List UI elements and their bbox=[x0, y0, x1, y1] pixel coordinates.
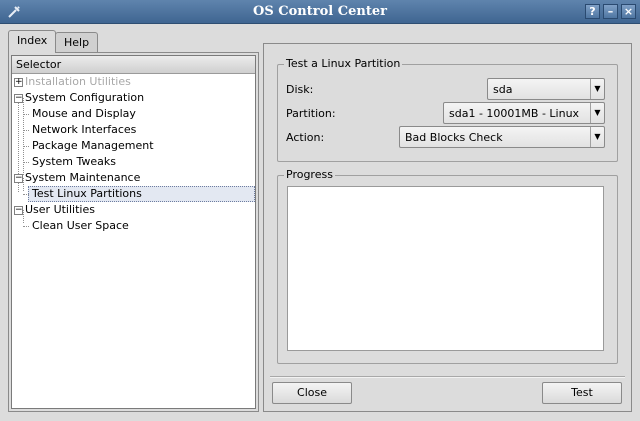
minimize-window-button[interactable]: – bbox=[603, 4, 618, 19]
index-panel: Selector + Installation Utilities − Syst… bbox=[8, 52, 259, 412]
group-title: Test a Linux Partition bbox=[284, 57, 403, 70]
tree-item-label: Installation Utilities bbox=[25, 75, 131, 88]
tree-item-label: System Maintenance bbox=[25, 171, 141, 184]
window-title: OS Control Center bbox=[253, 4, 387, 19]
progress-group: Progress bbox=[277, 168, 618, 364]
tree-item-system-tweaks[interactable]: System Tweaks bbox=[12, 154, 255, 170]
tree-item-label: Clean User Space bbox=[32, 219, 129, 232]
action-select-value: Bad Blocks Check bbox=[405, 131, 503, 144]
tree-item-clean-user-space[interactable]: Clean User Space bbox=[12, 218, 255, 234]
tree-item-label: System Tweaks bbox=[32, 155, 117, 168]
disk-select-value: sda bbox=[493, 83, 513, 96]
partition-label: Partition: bbox=[286, 107, 336, 120]
tree-item-label: System Configuration bbox=[25, 91, 145, 104]
tree-item-test-linux-partitions[interactable]: Test Linux Partitions bbox=[12, 186, 255, 202]
os-control-center-window: OS Control Center ? – × Index Help Selec… bbox=[0, 0, 640, 421]
tree-item-label: Mouse and Display bbox=[32, 107, 136, 120]
tree-item-label: Test Linux Partitions bbox=[32, 187, 142, 200]
tree-item-installation-utilities[interactable]: + Installation Utilities bbox=[12, 74, 255, 90]
tree-item-system-maintenance[interactable]: − System Maintenance bbox=[12, 170, 255, 186]
test-partition-panel: Test a Linux Partition Disk: sda ▼ Parti… bbox=[263, 43, 632, 412]
disk-label: Disk: bbox=[286, 83, 314, 96]
collapse-minus-icon[interactable]: − bbox=[14, 206, 23, 215]
close-window-button[interactable]: × bbox=[621, 4, 636, 19]
tree-item-label: User Utilities bbox=[25, 203, 95, 216]
collapse-minus-icon[interactable]: − bbox=[14, 174, 23, 183]
tab-index[interactable]: Index bbox=[8, 30, 57, 53]
test-partition-group: Test a Linux Partition Disk: sda ▼ Parti… bbox=[277, 57, 618, 162]
tree-item-label: Network Interfaces bbox=[32, 123, 137, 136]
progress-log[interactable] bbox=[287, 186, 604, 351]
partition-select[interactable]: sda1 - 10001MB - Linux ▼ bbox=[443, 102, 605, 124]
dropdown-arrow-icon[interactable]: ▼ bbox=[590, 127, 604, 147]
action-label: Action: bbox=[286, 131, 325, 144]
tree-column-header[interactable]: Selector bbox=[12, 56, 255, 74]
tree-item-mouse-and-display[interactable]: Mouse and Display bbox=[12, 106, 255, 122]
tree-item-system-configuration[interactable]: − System Configuration bbox=[12, 90, 255, 106]
tree-item-package-management[interactable]: Package Management bbox=[12, 138, 255, 154]
dropdown-arrow-icon[interactable]: ▼ bbox=[590, 103, 604, 123]
button-separator bbox=[270, 376, 625, 378]
tab-help[interactable]: Help bbox=[55, 32, 99, 52]
tree-item-network-interfaces[interactable]: Network Interfaces bbox=[12, 122, 255, 138]
close-button[interactable]: Close bbox=[272, 382, 352, 404]
test-button[interactable]: Test bbox=[542, 382, 622, 404]
expand-plus-icon[interactable]: + bbox=[14, 78, 23, 87]
tree-item-label: Package Management bbox=[32, 139, 154, 152]
action-select[interactable]: Bad Blocks Check ▼ bbox=[399, 126, 605, 148]
dropdown-arrow-icon[interactable]: ▼ bbox=[590, 79, 604, 99]
disk-select[interactable]: sda ▼ bbox=[487, 78, 605, 100]
selector-tree[interactable]: Selector + Installation Utilities − Syst… bbox=[11, 55, 256, 409]
tree-item-user-utilities[interactable]: − User Utilities bbox=[12, 202, 255, 218]
help-window-button[interactable]: ? bbox=[585, 4, 600, 19]
title-bar[interactable]: OS Control Center ? – × bbox=[0, 0, 640, 24]
group-title: Progress bbox=[284, 168, 335, 181]
collapse-minus-icon[interactable]: − bbox=[14, 94, 23, 103]
partition-select-value: sda1 - 10001MB - Linux bbox=[449, 107, 580, 120]
